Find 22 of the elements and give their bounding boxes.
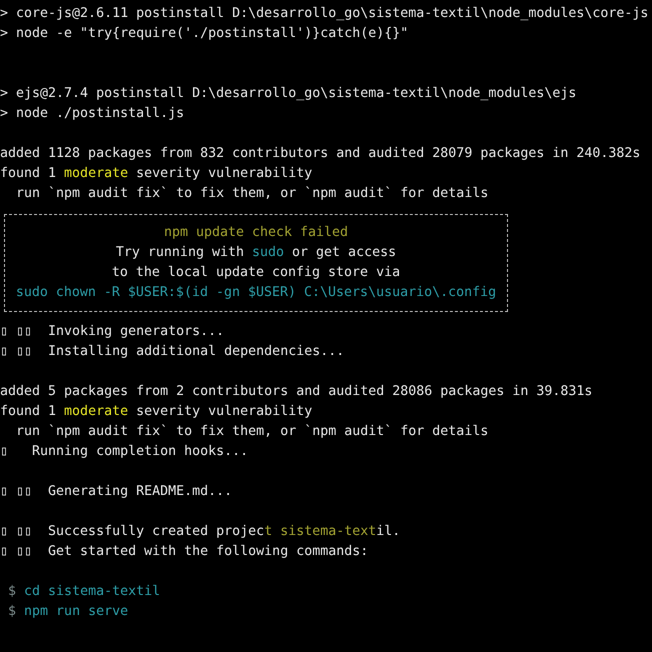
terminal-line: added 5 packages from 2 contributors and audited 28086 packages in 39.831s <box>0 383 592 401</box>
terminal-line: ▯ ▯▯ Successfully created project sistema-textil. <box>0 523 400 541</box>
terminal-line: > core-js@2.6.11 postinstall D:\desarrollo_go\sistema-textil\node_modules\core-js <box>0 5 648 23</box>
terminal-line: Try running with sudo or get access <box>116 244 396 262</box>
terminal-line: found 1 moderate severity vulnerability <box>0 403 312 421</box>
terminal-line: ▯ ▯▯ Installing additional dependencies... <box>0 343 344 361</box>
terminal-line: run `npm audit fix` to fix them, or `npm audit` for details <box>15 185 488 203</box>
terminal-line: to the local update config store via <box>112 264 400 282</box>
terminal-line: $ cd sistema-textil <box>7 583 160 601</box>
terminal-line: sudo chown -R $USER:$(id -gn $USER) C:\Users\usuario\.config <box>16 284 496 302</box>
terminal-line: run `npm audit fix` to fix them, or `npm audit` for details <box>15 423 488 441</box>
terminal-line: > ejs@2.7.4 postinstall D:\desarrollo_go\sistema-textil\node_modules\ejs <box>0 85 576 103</box>
terminal-line: found 1 moderate severity vulnerability <box>0 165 312 183</box>
terminal-line: ▯ ▯▯ Invoking generators... <box>0 323 224 341</box>
terminal-line: $ npm run serve <box>7 603 128 621</box>
terminal-line: ▯ ▯▯ Generating README.md... <box>0 483 232 501</box>
terminal-line: ▯ ▯▯ Get started with the following commands: <box>0 543 368 561</box>
terminal-line: npm update check failed <box>164 224 348 242</box>
terminal-line: added 1128 packages from 832 contributors and audited 28079 packages in 240.382s <box>0 145 640 163</box>
terminal-line: > node -e "try{require('./postinstall')}catch(e){}" <box>0 25 408 43</box>
terminal-line: > node ./postinstall.js <box>0 105 184 123</box>
terminal-line: ▯ Running completion hooks... <box>0 443 248 461</box>
